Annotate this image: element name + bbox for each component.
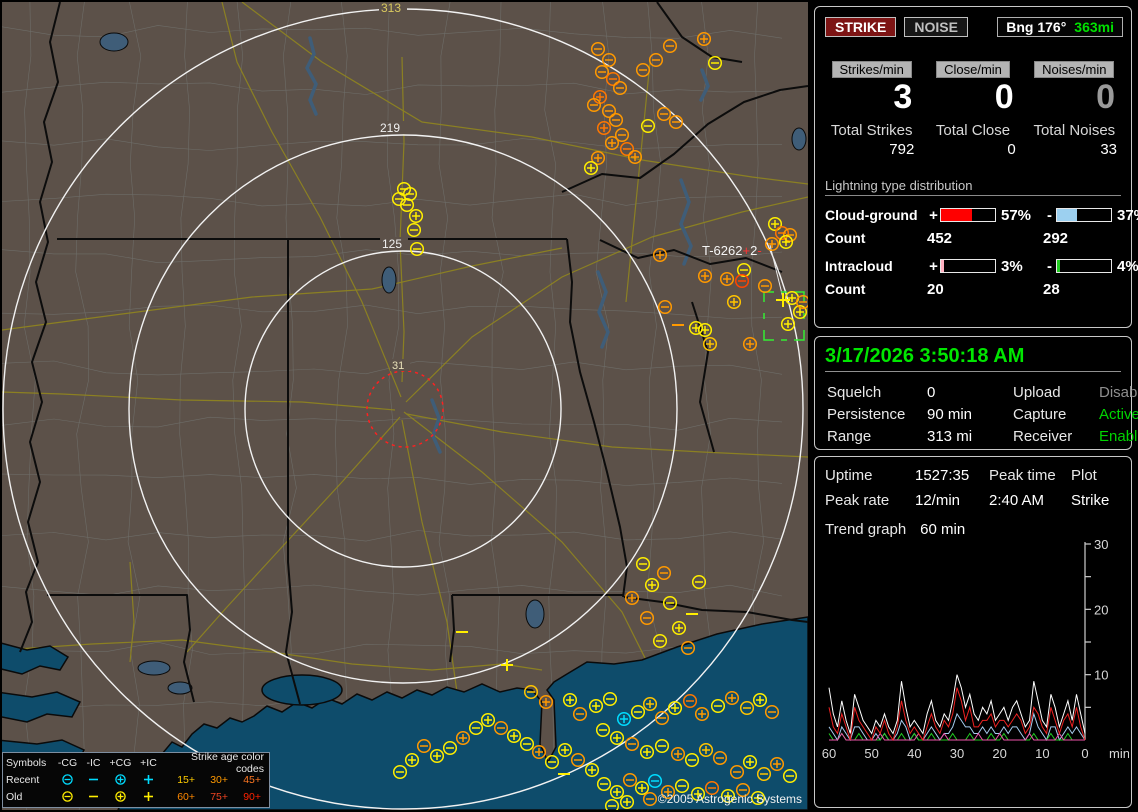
minus-icon [89,795,98,798]
minus-icon [89,778,98,781]
rate-columns: Strikes/min Close/min Noises/min 3 0 0 T… [821,61,1125,158]
upload-status: Disabled [1099,384,1138,401]
total-close-value: 0 [1007,140,1016,158]
trend-graph: 10 20 30 60 50 40 30 20 10 0 min [822,538,1129,761]
circle-plus-icon [115,774,126,785]
legend-header: Symbols -CG -IC +CG +IC Strike age color… [6,750,264,775]
svg-text:min: min [1109,746,1129,761]
system-status-box: 3/17/2026 3:50:18 AM Squelch 0 Upload Di… [814,336,1138,450]
svg-text:0: 0 [1081,746,1088,761]
bearing-readout: Bng 176° 363mi [997,17,1123,37]
close-per-min-value: 0 [994,78,1014,116]
noises-per-min-value: 0 [1096,78,1115,116]
svg-text:60: 60 [822,746,836,761]
uptime-stats: Uptime 1527:35 Peak time Plot Peak rate … [825,467,1123,509]
trend-graph-label: Trend graph [825,521,907,538]
storm-cell-label: T-6262+2- [702,243,762,258]
close-per-min-chip[interactable]: Close/min [936,61,1010,78]
svg-text:10: 10 [1035,746,1049,761]
lightning-map[interactable]: 313 219 125 31 T-6262+2- Symbols -CG -IC… [2,2,808,810]
pos-ic-bar [940,259,996,274]
bearing-distance: 363mi [1074,19,1114,35]
peak-rate-value: 12/min [915,492,961,509]
plus-icon [144,775,153,784]
svg-text:50: 50 [864,746,878,761]
svg-text:219: 219 [380,121,400,135]
lightning-distribution: Lightning type distribution Cloud-ground… [825,178,1138,298]
trend-box: Uptime 1527:35 Peak time Plot Peak rate … [814,456,1132,808]
rates-box: STRIKE NOISE Bng 176° 363mi Strikes/min C… [814,6,1138,328]
svg-text:313: 313 [381,2,401,15]
cloud-ground-row: Cloud-ground + 57% - 37% [825,206,1138,224]
receiver-status: Enabled [1099,428,1138,445]
trend-window-value: 60 min [920,521,966,538]
svg-text:10: 10 [1094,668,1108,683]
map-legend: Symbols -CG -IC +CG +IC Strike age color… [2,750,270,808]
distribution-title: Lightning type distribution [825,178,1121,196]
plus-icon [144,792,153,801]
svg-text:20: 20 [1094,602,1108,617]
total-close-label: Total Close [935,121,1011,139]
plot-mode-value: Strike [1071,492,1110,509]
legend-row-old: Old 60+ 75+ 90+ [6,790,261,803]
circle-minus-icon [62,791,73,802]
noises-per-min-chip[interactable]: Noises/min [1034,61,1115,78]
neg-ic-bar [1056,259,1112,274]
strike-mode-button[interactable]: STRIKE [825,17,897,37]
legend-title: Symbols [6,756,47,769]
intracloud-counts: Count 20 28 [825,280,1060,298]
legend-row-recent: Recent 15+ 30+ 45+ [6,773,261,786]
strikes-per-min-value: 3 [893,78,913,116]
peak-time-value: 2:40 AM [989,492,1045,509]
svg-text:125: 125 [382,237,402,251]
capture-status: Active [1099,406,1138,423]
uptime-value: 1527:35 [915,467,970,484]
total-strikes-label: Total Strikes [830,121,913,139]
strikes-per-min-chip[interactable]: Strikes/min [831,61,912,78]
status-grid: Squelch 0 Upload Disabled Persistence 90… [827,384,1138,445]
noise-mode-button[interactable]: NOISE [904,17,968,37]
svg-text:30: 30 [1094,538,1108,552]
status-panel: STRIKE NOISE Bng 176° 363mi Strikes/min C… [810,0,1138,812]
datetime-display: 3/17/2026 3:50:18 AM [825,345,1121,372]
circle-plus-icon [115,791,126,802]
intracloud-row: Intracloud + 3% - 4% [825,257,1138,275]
svg-text:31: 31 [392,360,404,372]
total-noises-label: Total Noises [1033,121,1116,139]
svg-text:40: 40 [907,746,921,761]
map-canvas: 313 219 125 31 T-6262+2- [2,2,808,810]
circle-minus-icon [62,774,73,785]
neg-cg-bar [1056,208,1112,223]
svg-text:20: 20 [992,746,1006,761]
pos-cg-bar [940,208,996,223]
total-strikes-value: 792 [889,140,915,158]
total-noises-value: 33 [1100,140,1117,158]
cloud-ground-counts: Count 452 292 [825,229,1069,247]
svg-text:30: 30 [950,746,964,761]
copyright-text: ©2005 Astrogenic Systems [657,792,802,806]
